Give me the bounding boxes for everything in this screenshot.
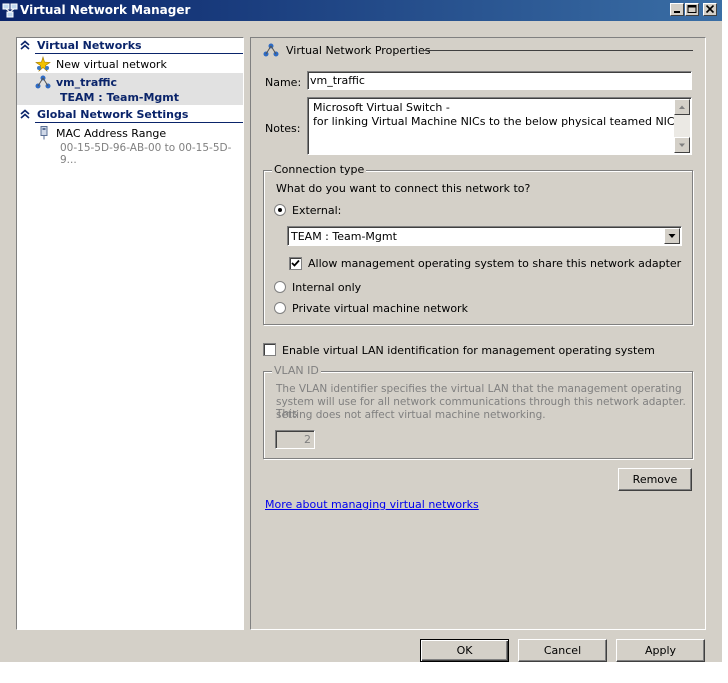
mac-address-range-item[interactable]: MAC Address Range 00-15-5D-96-AB-00 to 0… (17, 125, 243, 166)
minimize-button[interactable] (670, 3, 684, 16)
notes-scrollbar[interactable] (674, 99, 690, 153)
vlan-id-value: 2 (304, 433, 311, 446)
section-divider (35, 122, 243, 123)
properties-pane: Virtual Network Properties Name: vm_traf… (250, 37, 706, 630)
connection-type-legend: Connection type (272, 163, 367, 176)
new-virtual-network-item[interactable]: New virtual network (17, 55, 243, 72)
scroll-down-button[interactable] (674, 137, 690, 153)
name-input[interactable]: vm_traffic (307, 71, 692, 90)
new-network-label: New virtual network (56, 58, 167, 71)
cancel-button[interactable]: Cancel (518, 639, 607, 662)
adapter-dropdown[interactable]: TEAM : Team-Mgmt (287, 226, 682, 246)
private-network-radio[interactable] (274, 302, 286, 314)
mac-range-label: MAC Address Range (56, 127, 167, 140)
allow-mgmt-label: Allow management operating system to sha… (308, 257, 682, 270)
mac-range-value: 00-15-5D-96-AB-00 to 00-15-5D-9... (60, 142, 232, 166)
title-bar[interactable]: Virtual Network Manager (0, 0, 722, 21)
network-adapter: TEAM : Team-Mgmt (60, 91, 180, 104)
virtual-network-manager-window: Virtual Network Manager Virtual Networks… (0, 0, 722, 662)
notes-line-1: Microsoft Virtual Switch - (313, 101, 450, 114)
properties-title: Virtual Network Properties (286, 44, 431, 57)
section-divider (35, 53, 243, 54)
adapter-dropdown-value: TEAM : Team-Mgmt (291, 230, 397, 243)
private-network-label: Private virtual machine network (292, 302, 468, 315)
network-adapter-icon (39, 126, 49, 143)
section-global-network-settings[interactable]: Global Network Settings (17, 107, 243, 123)
properties-title-rule (423, 50, 693, 51)
connection-type-group: Connection type What do you want to conn… (263, 163, 693, 325)
notes-textarea[interactable]: Microsoft Virtual Switch - for linking V… (307, 97, 692, 155)
vlan-id-legend: VLAN ID (272, 364, 321, 377)
close-button[interactable] (703, 3, 717, 16)
allow-mgmt-checkbox[interactable] (289, 257, 302, 270)
vlan-id-input[interactable]: 2 (275, 430, 315, 449)
help-link[interactable]: More about managing virtual networks (265, 498, 479, 511)
network-manager-icon (2, 3, 18, 21)
remove-button[interactable]: Remove (618, 468, 692, 491)
dropdown-arrow-button[interactable] (664, 228, 680, 244)
vlan-description-1: The VLAN identifier specifies the virtua… (276, 383, 682, 395)
name-input-value: vm_traffic (310, 74, 365, 87)
network-item-vm-traffic[interactable]: vm_traffic TEAM : Team-Mgmt (17, 73, 243, 105)
window-title: Virtual Network Manager (20, 3, 191, 17)
scroll-up-button[interactable] (674, 99, 690, 115)
section-label: Virtual Networks (37, 39, 142, 52)
external-radio[interactable] (274, 204, 286, 216)
name-label: Name: (265, 76, 302, 89)
enable-vlan-label: Enable virtual LAN identification for ma… (282, 344, 655, 357)
properties-icon (263, 43, 279, 60)
section-label: Global Network Settings (37, 108, 189, 121)
apply-button[interactable]: Apply (616, 639, 705, 662)
vlan-description-3: setting does not affect virtual machine … (276, 409, 546, 421)
section-virtual-networks[interactable]: Virtual Networks (17, 38, 243, 54)
collapse-chevron-icon[interactable] (20, 109, 30, 122)
internal-only-radio[interactable] (274, 281, 286, 293)
enable-vlan-checkbox[interactable] (263, 343, 276, 356)
network-name: vm_traffic (56, 76, 118, 89)
notes-label: Notes: (265, 122, 301, 135)
connection-question: What do you want to connect this network… (276, 182, 531, 195)
notes-line-2: for linking Virtual Machine NICs to the … (313, 115, 675, 128)
internal-only-label: Internal only (292, 281, 362, 294)
navigation-pane: Virtual Networks New virtual network vm_… (16, 37, 244, 630)
ok-button[interactable]: OK (420, 639, 509, 662)
external-label: External: (292, 204, 342, 217)
maximize-button[interactable] (685, 3, 699, 16)
virtual-network-icon (35, 75, 51, 92)
vlan-id-group: VLAN ID The VLAN identifier specifies th… (263, 364, 693, 459)
collapse-chevron-icon[interactable] (20, 40, 30, 53)
